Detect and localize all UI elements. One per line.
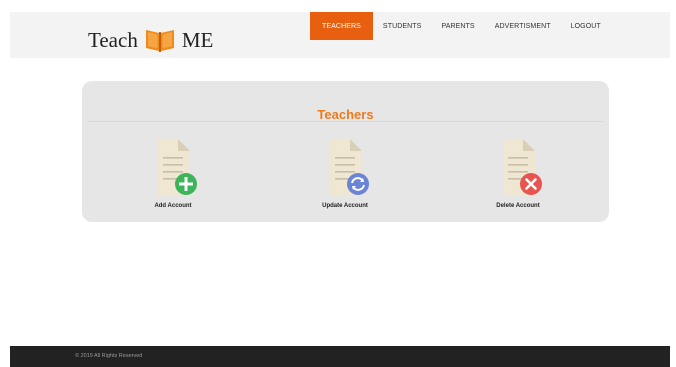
nav-item-logout[interactable]: LOGOUT <box>561 12 611 40</box>
panel-title: Teachers <box>317 107 374 122</box>
document-add-icon <box>142 137 204 199</box>
nav-item-advertisment[interactable]: ADVERTISMENT <box>485 12 561 40</box>
open-book-icon <box>144 27 176 53</box>
logo-text-left: Teach <box>88 27 138 52</box>
document-delete-icon <box>487 137 549 199</box>
header-bar: Teach ME TEACHERS STUDENTS PARENTS ADVER… <box>10 12 670 58</box>
add-account-label: Add Account <box>154 203 192 209</box>
delete-account-label: Delete Account <box>496 203 540 209</box>
main-nav: TEACHERS STUDENTS PARENTS ADVERTISMENT L… <box>310 12 611 40</box>
page: Teach ME TEACHERS STUDENTS PARENTS ADVER… <box>0 0 676 367</box>
logo-text-right: ME <box>181 27 214 52</box>
add-account-button[interactable]: Add Account <box>128 137 218 209</box>
delete-account-button[interactable]: Delete Account <box>473 137 563 209</box>
update-account-button[interactable]: Update Account <box>300 137 390 209</box>
update-account-label: Update Account <box>322 203 368 209</box>
footer-bar: © 2019 All Rights Reserved <box>10 346 670 367</box>
logo[interactable]: Teach ME <box>88 26 213 54</box>
nav-item-teachers[interactable]: TEACHERS <box>310 12 373 40</box>
nav-item-parents[interactable]: PARENTS <box>431 12 484 40</box>
copyright-text: © 2019 All Rights Reserved <box>75 353 143 359</box>
document-update-icon <box>314 137 376 199</box>
panel-divider <box>88 121 603 122</box>
nav-item-students[interactable]: STUDENTS <box>373 12 432 40</box>
teachers-panel: Teachers Add Account Update Account Dele… <box>82 81 609 222</box>
